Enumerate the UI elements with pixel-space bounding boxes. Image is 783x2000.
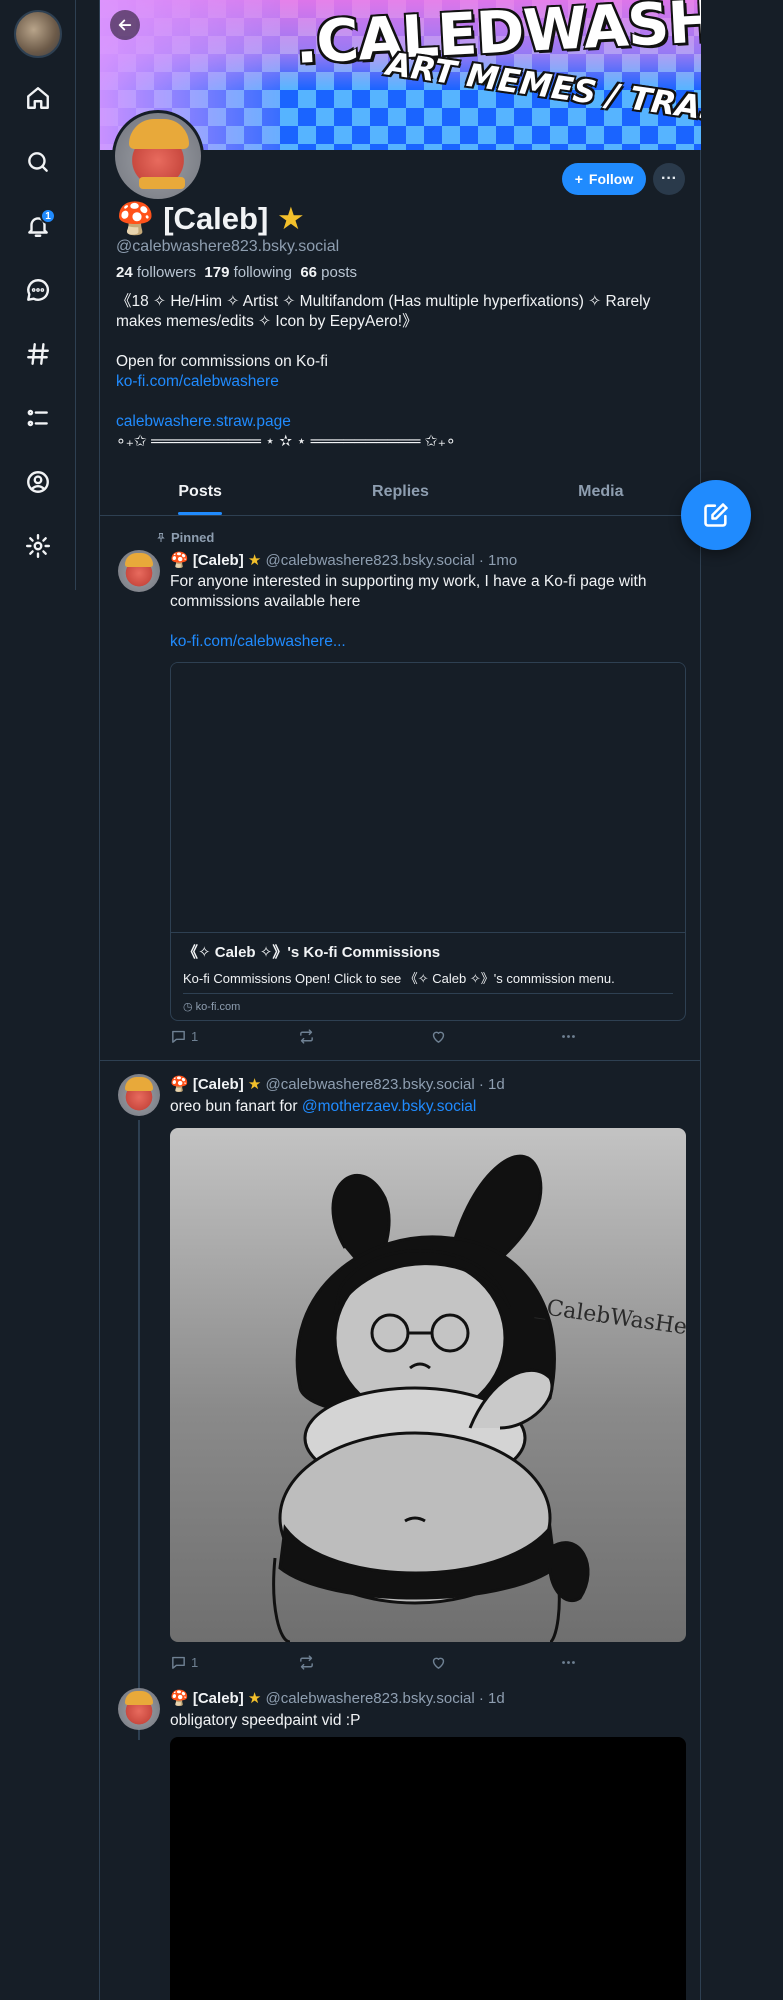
notifications-icon[interactable]: 1 [18,206,58,246]
post-header: 🍄 [Caleb] ★ @calebwashere823.bsky.social… [170,551,517,569]
mushroom-emoji: 🍄 [170,1690,189,1707]
tab-media[interactable]: Media [501,470,701,515]
heart-icon [432,1031,445,1043]
profile-bio: 《18 ✧ He/Him ✧ Artist ✧ Multifandom (Has… [116,292,686,452]
bio-decoration: ∘₊✩ ══════════ ⋆ ✫ ⋆ ══════════ ✩₊∘ [116,433,456,450]
profile-stats: 24 followers 179 following 66 posts [116,264,357,281]
hashtag-icon[interactable] [18,334,58,374]
post-more-button[interactable] [560,1654,577,1671]
post-body: obligatory speedpaint vid :P [170,1712,361,1729]
profile-icon[interactable] [18,462,58,502]
profile-feed-column: .CALEDWASHERE_ ART MEMES / TRASH + Follo… [99,0,701,2000]
link-preview-title: 《✧ Caleb ✧》's Ko-fi Commissions [183,944,441,961]
link-preview-image [171,663,685,933]
compose-icon [704,503,728,527]
settings-icon[interactable] [18,526,58,566]
reply-button[interactable]: 1 [170,1028,198,1045]
arrow-left-icon [118,19,132,31]
post-item[interactable]: Pinned 🍄 [Caleb] ★ @calebwashere823.bsky… [100,516,701,1061]
bio-kofi-link[interactable]: ko-fi.com/calebwashere [116,372,686,392]
more-horizontal-icon [562,1035,575,1038]
thread-line [138,1120,140,1740]
post-author-name[interactable]: [Caleb] [193,552,244,569]
compose-button[interactable] [681,480,751,550]
star-icon: ★ [247,1690,262,1707]
mention-link[interactable]: @motherzaev.bsky.social [302,1098,477,1115]
more-options-button[interactable]: ··· [653,163,685,195]
followers-link[interactable]: 24 followers [116,264,196,281]
post-item[interactable]: 🍄 [Caleb] ★ @calebwashere823.bsky.social… [100,1676,701,2000]
star-icon: ★ [247,1076,262,1093]
repost-icon [300,1655,313,1670]
link-preview-domain: ◷ ko-fi.com [183,993,673,1020]
post-meta[interactable]: @calebwashere823.bsky.social · 1mo [266,552,518,569]
reply-count: 1 [191,1655,199,1670]
link-preview-description: Ko-fi Commissions Open! Click to see 《✧ … [183,971,615,986]
home-icon[interactable] [18,78,58,118]
search-icon[interactable] [18,142,58,182]
bio-strawpage-link[interactable]: calebwashere.straw.page [116,412,686,432]
video-player[interactable] [170,1737,686,2000]
post-author-avatar[interactable] [118,550,160,592]
star-icon: ★ [276,201,305,236]
follow-button-label: Follow [588,171,634,187]
post-meta[interactable]: @calebwashere823.bsky.social · 1d [266,1690,505,1707]
lists-icon[interactable] [18,398,58,438]
back-button[interactable] [110,10,140,40]
post-body: oreo bun fanart for @motherzaev.bsky.soc… [170,1098,477,1115]
post-meta[interactable]: @calebwashere823.bsky.social · 1d [266,1076,505,1093]
mushroom-emoji: 🍄 [170,1076,189,1093]
link-preview-card[interactable]: 《✧ Caleb ✧》's Ko-fi Commissions Ko-fi Co… [170,662,686,1021]
following-link[interactable]: 179 following [204,264,292,281]
reply-button[interactable]: 1 [170,1654,198,1671]
post-header: 🍄 [Caleb] ★ @calebwashere823.bsky.social… [170,1075,505,1093]
post-author-name[interactable]: [Caleb] [193,1690,244,1707]
pin-icon [157,532,165,542]
globe-icon: ◷ [183,1001,193,1013]
fanart-drawing: _CalebWasHere_ [272,1154,686,1642]
plus-icon: + [574,171,583,187]
post-author-avatar[interactable] [118,1074,160,1116]
post-actions: 1 [170,1028,590,1048]
mushroom-emoji: 🍄 [170,552,189,569]
bio-line: 《18 ✧ He/Him ✧ Artist ✧ Multifandom (Has… [116,293,651,330]
notification-badge: 1 [40,208,56,224]
tab-posts[interactable]: Posts [100,470,300,515]
post-link[interactable]: ko-fi.com/calebwashere... [170,632,690,652]
star-icon: ★ [247,552,262,569]
heart-icon [432,1657,445,1669]
left-navigation: 1 [0,0,76,590]
mushroom-emoji: 🍄 [116,201,155,236]
repost-button[interactable] [298,1028,315,1045]
post-body: For anyone interested in supporting my w… [170,572,690,652]
post-actions: 1 [170,1654,590,1674]
repost-button[interactable] [298,1654,315,1671]
pinned-label: Pinned [155,530,214,545]
post-item[interactable]: 🍄 [Caleb] ★ @calebwashere823.bsky.social… [100,1062,701,1740]
post-author-avatar[interactable] [118,1688,160,1730]
like-button[interactable] [430,1028,447,1045]
post-more-button[interactable] [560,1028,577,1045]
profile-display-name: 🍄 [Caleb] ★ [116,201,305,236]
repost-icon [300,1029,313,1044]
profile-handle: @calebwashere823.bsky.social [116,238,340,255]
reply-icon [172,1656,185,1669]
reply-count: 1 [191,1029,199,1044]
follow-button[interactable]: + Follow [562,163,646,195]
chat-icon[interactable] [18,270,58,310]
current-user-avatar[interactable] [14,10,62,58]
post-image[interactable]: _CalebWasHere_ [170,1128,686,1642]
post-author-name[interactable]: [Caleb] [193,1076,244,1093]
like-button[interactable] [430,1654,447,1671]
image-signature: _CalebWasHere_ [534,1294,686,1345]
posts-count: 66 posts [300,264,358,281]
profile-avatar[interactable] [112,110,204,202]
post-header: 🍄 [Caleb] ★ @calebwashere823.bsky.social… [170,1689,505,1707]
more-horizontal-icon [562,1661,575,1664]
reply-icon [172,1030,185,1043]
bio-line: Open for commissions on Ko-fi [116,353,328,370]
profile-tabs: Posts Replies Media [100,470,701,516]
tab-replies[interactable]: Replies [300,470,500,515]
